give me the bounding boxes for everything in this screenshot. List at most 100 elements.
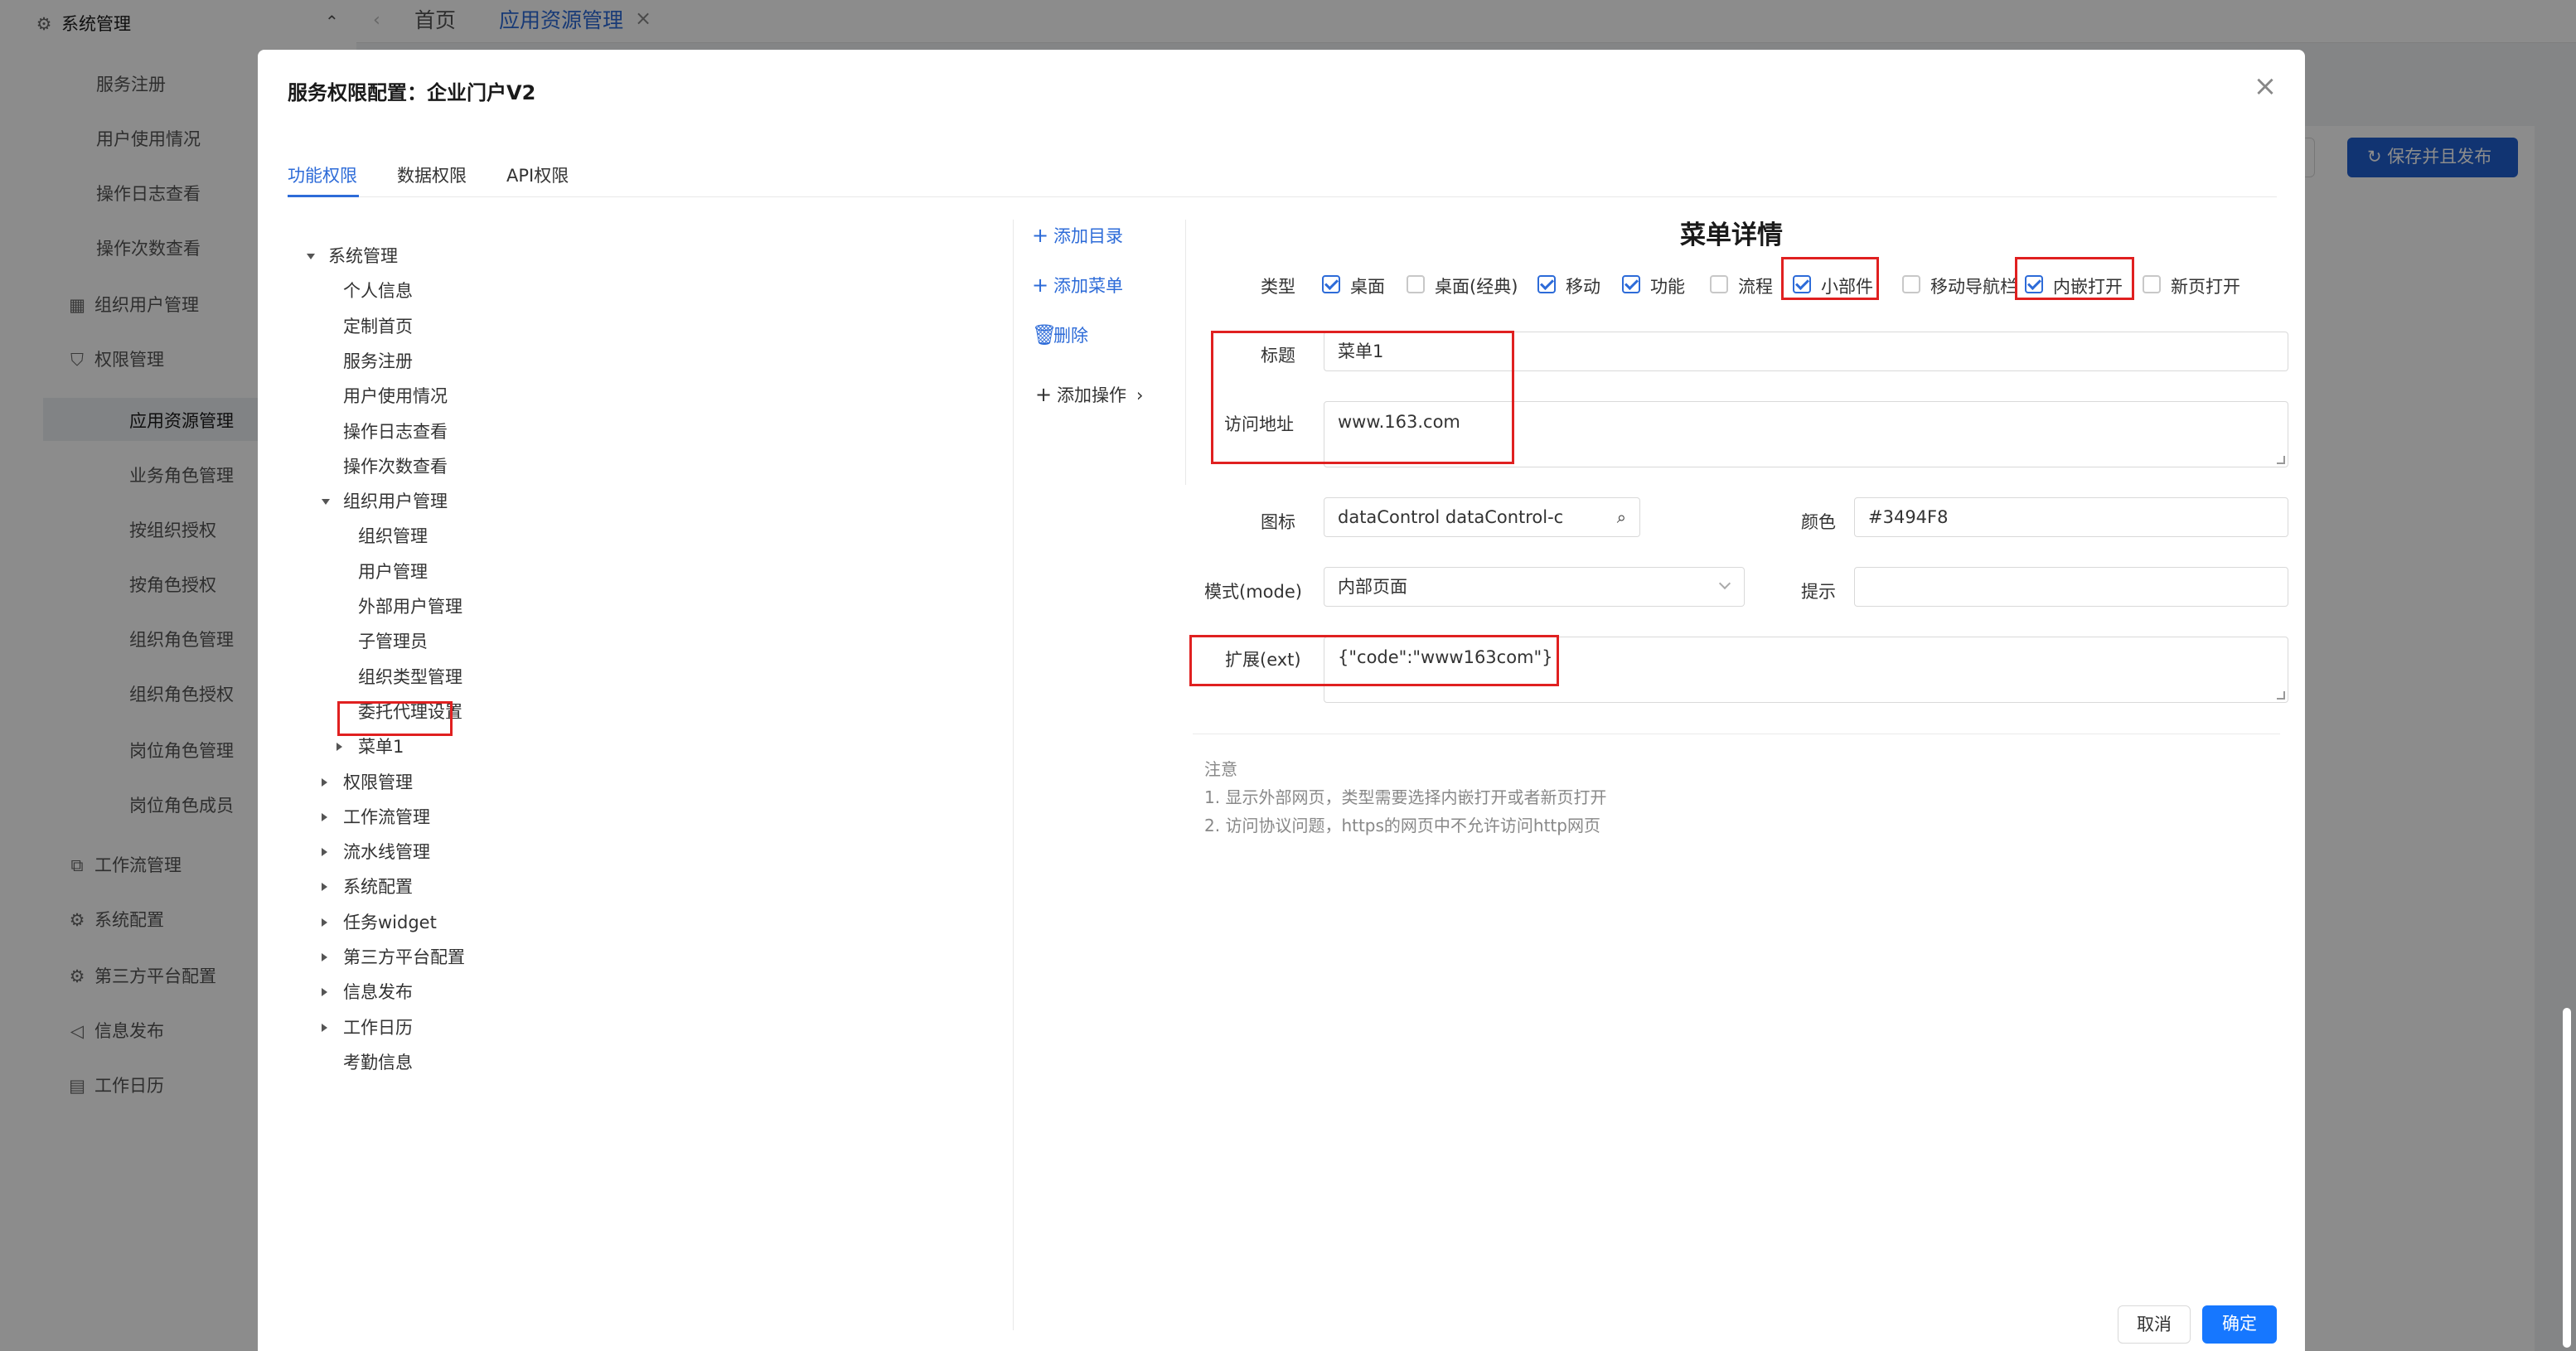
caret-right-icon[interactable]	[322, 918, 327, 927]
caret-right-icon[interactable]	[322, 812, 327, 821]
type-checkbox[interactable]	[1710, 275, 1728, 293]
tree-node-label: 用户管理	[358, 561, 428, 582]
type-checkbox[interactable]	[1407, 275, 1425, 293]
tree-node-label: 用户使用情况	[343, 386, 448, 407]
delete-button[interactable]: 🗑删除	[1032, 320, 1088, 350]
tree-node-label: 子管理员	[358, 632, 428, 652]
type-checkbox-label: 新页打开	[2171, 277, 2240, 297]
caret-right-icon[interactable]	[322, 953, 327, 961]
tree-node-label: 外部用户管理	[358, 597, 462, 617]
tree-node[interactable]: 组织用户管理	[322, 486, 448, 517]
tab-function-permission[interactable]: 功能权限	[288, 157, 357, 194]
add-directory-button[interactable]: + 添加目录	[1032, 220, 1123, 250]
tree-node[interactable]: 第三方平台配置	[322, 942, 465, 973]
tree-node[interactable]: 个人信息	[343, 275, 413, 307]
ops-divider	[1185, 220, 1186, 485]
caret-right-icon[interactable]	[322, 988, 327, 997]
tree-node[interactable]: 流水线管理	[322, 836, 430, 868]
tree-node-label: 第三方平台配置	[343, 947, 465, 967]
tab-api-permission[interactable]: API权限	[506, 157, 569, 194]
tree-node-label: 权限管理	[343, 772, 413, 792]
hint-label: 提示	[1801, 582, 1836, 602]
chevron-right-icon: ›	[1136, 385, 1144, 405]
tree-node-label: 信息发布	[343, 982, 413, 1003]
tree-node[interactable]: 服务注册	[343, 346, 413, 377]
tree-node-label: 组织管理	[358, 526, 428, 547]
tree-node-label: 任务widget	[343, 912, 437, 932]
tree-node-label: 流水线管理	[343, 842, 430, 863]
tree-node[interactable]: 系统管理	[307, 240, 398, 272]
caret-right-icon[interactable]	[322, 1023, 327, 1032]
type-checkbox-label: 桌面(经典)	[1435, 277, 1518, 297]
caret-down-icon[interactable]	[307, 254, 315, 259]
tree-node[interactable]: 用户管理	[358, 556, 428, 588]
tree-node[interactable]: 权限管理	[322, 767, 413, 798]
color-input[interactable]: #3494F8	[1854, 497, 2288, 537]
add-action-button[interactable]: + 添加操作 ›	[1035, 380, 1143, 409]
add-menu-button[interactable]: + 添加菜单	[1032, 270, 1123, 300]
tree-node-label: 组织用户管理	[343, 491, 448, 512]
tree-node[interactable]: 用户使用情况	[343, 380, 448, 412]
plus-icon: +	[1032, 224, 1049, 247]
tree-node-label: 菜单1	[358, 737, 404, 758]
tree-node[interactable]: 考勤信息	[343, 1047, 413, 1078]
hint-input[interactable]	[1854, 567, 2288, 607]
tree-node[interactable]: 操作日志查看	[343, 416, 448, 448]
type-checkbox[interactable]	[2143, 275, 2161, 293]
type-checkbox[interactable]	[1537, 275, 1556, 293]
resize-handle-icon[interactable]	[2277, 456, 2285, 464]
color-label: 颜色	[1801, 512, 1836, 532]
resize-handle-icon[interactable]	[2277, 691, 2285, 700]
notes-title: 注意	[1204, 759, 1237, 779]
permission-modal: 服务权限配置：企业门户V2 × 功能权限 数据权限 API权限 系统管理 个人信息…	[258, 50, 2305, 1351]
type-checkbox-label: 移动导航栏	[1930, 277, 2017, 297]
type-checkbox-label: 功能	[1650, 277, 1685, 297]
page-scrollbar[interactable]	[2563, 1008, 2571, 1348]
tree-node-label: 组织类型管理	[358, 666, 462, 687]
plus-icon: +	[1035, 383, 1053, 406]
tree-node[interactable]: 信息发布	[322, 976, 413, 1008]
cancel-button[interactable]: 取消	[2118, 1305, 2191, 1344]
tree-node[interactable]: 组织类型管理	[358, 661, 462, 693]
tree-node[interactable]: 外部用户管理	[358, 591, 462, 622]
tree-node-label: 考勤信息	[343, 1052, 413, 1073]
search-icon[interactable]: ⌕	[1617, 498, 1626, 536]
note-1: 1. 显示外部网页，类型需要选择内嵌打开或者新页打开	[1204, 787, 1607, 807]
mode-select[interactable]: 内部页面	[1324, 567, 1745, 607]
tree-node[interactable]: 操作次数查看	[343, 451, 448, 482]
type-checkbox[interactable]	[1622, 275, 1640, 293]
highlight-box-title-url	[1211, 331, 1514, 464]
tree-node[interactable]: 工作流管理	[322, 801, 430, 833]
tab-active-indicator	[288, 195, 359, 197]
tree-node-label: 工作日历	[343, 1017, 413, 1038]
close-icon[interactable]: ×	[2249, 70, 2282, 103]
tree-node-label: 系统管理	[328, 246, 398, 266]
caret-right-icon[interactable]	[337, 743, 342, 752]
tree-node[interactable]: 任务widget	[322, 907, 437, 938]
tree-node-label: 服务注册	[343, 351, 413, 371]
tree-node[interactable]: 系统配置	[322, 871, 413, 903]
highlight-box-ext	[1189, 635, 1559, 686]
icon-input[interactable]: dataControl dataControl-c ⌕	[1324, 497, 1640, 537]
chevron-down-icon	[1718, 577, 1731, 590]
type-checkbox[interactable]	[1322, 275, 1340, 293]
caret-right-icon[interactable]	[322, 883, 327, 892]
tree-node[interactable]: 组织管理	[358, 521, 428, 552]
caret-right-icon[interactable]	[322, 848, 327, 857]
mode-value: 内部页面	[1338, 577, 1407, 597]
tree-node[interactable]: 定制首页	[343, 311, 413, 342]
confirm-button[interactable]: 确定	[2202, 1305, 2277, 1344]
tab-data-permission[interactable]: 数据权限	[397, 157, 467, 194]
type-checkbox[interactable]	[1902, 275, 1920, 293]
tree-node[interactable]: 工作日历	[322, 1012, 413, 1044]
tree-node-label: 操作次数查看	[343, 456, 448, 477]
caret-right-icon[interactable]	[322, 777, 327, 787]
tree-node[interactable]: 子管理员	[358, 626, 428, 657]
tree-node-label: 个人信息	[343, 281, 413, 302]
tree-node-label: 工作流管理	[343, 806, 430, 827]
highlight-box-widget	[1781, 257, 1879, 300]
type-checkbox-label: 流程	[1738, 277, 1773, 297]
caret-down-icon[interactable]	[322, 499, 330, 506]
mode-label: 模式(mode)	[1204, 582, 1302, 602]
tabs-divider	[288, 196, 2277, 197]
